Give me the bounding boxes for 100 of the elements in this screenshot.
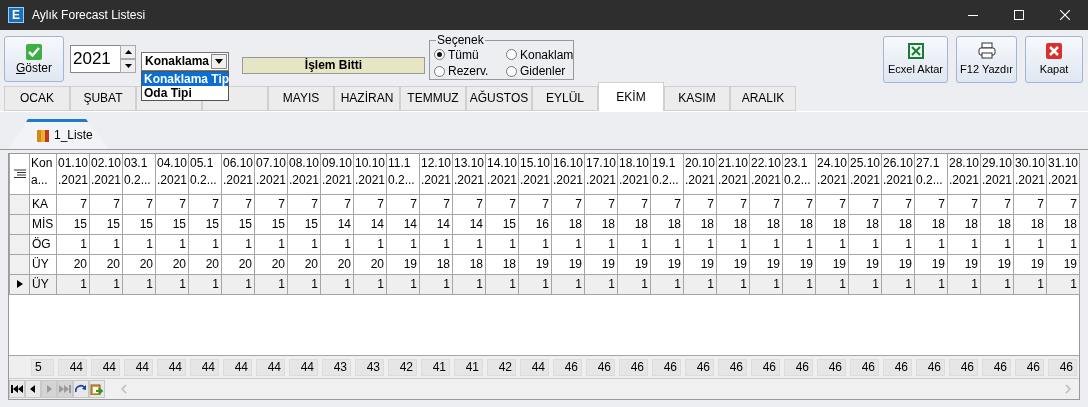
footer-total: 42 — [388, 358, 417, 376]
table-cell: 1 — [815, 234, 849, 254]
table-cell: 19 — [980, 254, 1014, 274]
footer-count: 5 — [31, 358, 54, 376]
table-cell: 1 — [452, 234, 486, 254]
table-cell: 18 — [551, 214, 585, 234]
table-cell: 18 — [683, 214, 717, 234]
table-cell: 7 — [419, 194, 453, 214]
table-cell: 1 — [1013, 234, 1047, 254]
footer-total: 41 — [421, 358, 450, 376]
table-cell: 19 — [881, 254, 915, 274]
table-cell: 1 — [188, 234, 222, 254]
table-cell: 1 — [386, 234, 420, 254]
table-cell: 15 — [155, 214, 189, 234]
table-cell: 19 — [815, 254, 849, 274]
table-cell: 7 — [980, 194, 1014, 214]
footer-total: 44 — [91, 358, 120, 376]
table-cell: 18 — [485, 254, 519, 274]
table-cell: 19 — [1013, 254, 1047, 274]
table-cell: 7 — [1046, 194, 1080, 214]
table-cell: 20 — [221, 254, 255, 274]
table-cell: 14 — [386, 214, 420, 234]
footer-total: 46 — [652, 358, 681, 376]
table-cell: 1 — [353, 234, 387, 254]
table-cell: 7 — [881, 194, 915, 214]
footer-total: 44 — [520, 358, 549, 376]
table-cell: 7 — [617, 194, 651, 214]
table-cell: 14 — [320, 214, 354, 234]
footer-total: 46 — [751, 358, 780, 376]
footer-total: 46 — [916, 358, 945, 376]
table-cell: 18 — [749, 214, 783, 234]
table-cell: 18 — [848, 214, 882, 234]
footer-total: 44 — [157, 358, 186, 376]
row-label: ÜY — [29, 254, 57, 274]
table-cell: 1 — [551, 234, 585, 254]
row-label: KA — [29, 194, 57, 214]
table-cell: 19 — [1046, 254, 1080, 274]
footer-total: 46 — [850, 358, 879, 376]
table-cell: 1 — [782, 234, 816, 254]
table-cell: 7 — [947, 194, 981, 214]
table-cell: 15 — [56, 214, 90, 234]
table-cell: 1 — [947, 234, 981, 254]
footer-total: 46 — [817, 358, 846, 376]
footer-total: 46 — [1015, 358, 1044, 376]
table-cell: 19 — [683, 254, 717, 274]
table-cell: 1 — [56, 234, 90, 254]
table-cell: 19 — [749, 254, 783, 274]
table-cell: 18 — [815, 214, 849, 234]
table-cell: 20 — [287, 254, 321, 274]
status-field: İşlem Bitti — [242, 57, 425, 74]
footer-total: 46 — [949, 358, 978, 376]
table-cell: 1 — [650, 234, 684, 254]
table-cell: 18 — [650, 214, 684, 234]
table-cell: 1 — [221, 234, 255, 254]
table-cell: 1 — [485, 234, 519, 254]
table-cell: 7 — [254, 194, 288, 214]
table-cell: 1 — [89, 234, 123, 254]
table-cell: 7 — [452, 194, 486, 214]
footer-total: 43 — [322, 358, 351, 376]
footer-total: 44 — [190, 358, 219, 376]
window-title: Aylık Forecast Listesi — [32, 7, 146, 23]
table-cell: 7 — [518, 194, 552, 214]
group-title: Seçenek — [436, 34, 485, 46]
table-cell: 20 — [320, 254, 354, 274]
table-cell: 18 — [782, 214, 816, 234]
table-cell: 7 — [188, 194, 222, 214]
footer-total: 44 — [58, 358, 87, 376]
footer-total: 44 — [289, 358, 318, 376]
table-cell: 1 — [254, 234, 288, 254]
table-cell: 1 — [749, 234, 783, 254]
table-cell: 7 — [89, 194, 123, 214]
table-cell: 7 — [56, 194, 90, 214]
table-cell: 7 — [782, 194, 816, 214]
table-cell: 20 — [155, 254, 189, 274]
table-cell: 1 — [320, 234, 354, 254]
table-cell: 1 — [980, 234, 1014, 254]
table-cell: 1 — [881, 234, 915, 254]
table-cell: 7 — [584, 194, 618, 214]
table-cell: 7 — [122, 194, 156, 214]
table-cell: 7 — [485, 194, 519, 214]
table-cell: 1 — [122, 234, 156, 254]
table-cell: 18 — [584, 214, 618, 234]
table-cell: 19 — [947, 254, 981, 274]
table-cell: 15 — [89, 214, 123, 234]
table-cell: 19 — [518, 254, 552, 274]
table-cell: 7 — [848, 194, 882, 214]
table-cell: 15 — [485, 214, 519, 234]
table-cell: 19 — [716, 254, 750, 274]
table-cell: 1 — [584, 234, 618, 254]
footer-total: 43 — [355, 358, 384, 376]
footer-total: 46 — [1048, 358, 1077, 376]
footer-total: 44 — [124, 358, 153, 376]
table-cell: 14 — [353, 214, 387, 234]
table-cell: 20 — [56, 254, 90, 274]
app-icon: E — [8, 7, 24, 23]
table-cell: 7 — [716, 194, 750, 214]
table-cell: 18 — [419, 254, 453, 274]
table-cell: 18 — [980, 214, 1014, 234]
table-cell: 7 — [155, 194, 189, 214]
table-cell: 1 — [716, 234, 750, 254]
